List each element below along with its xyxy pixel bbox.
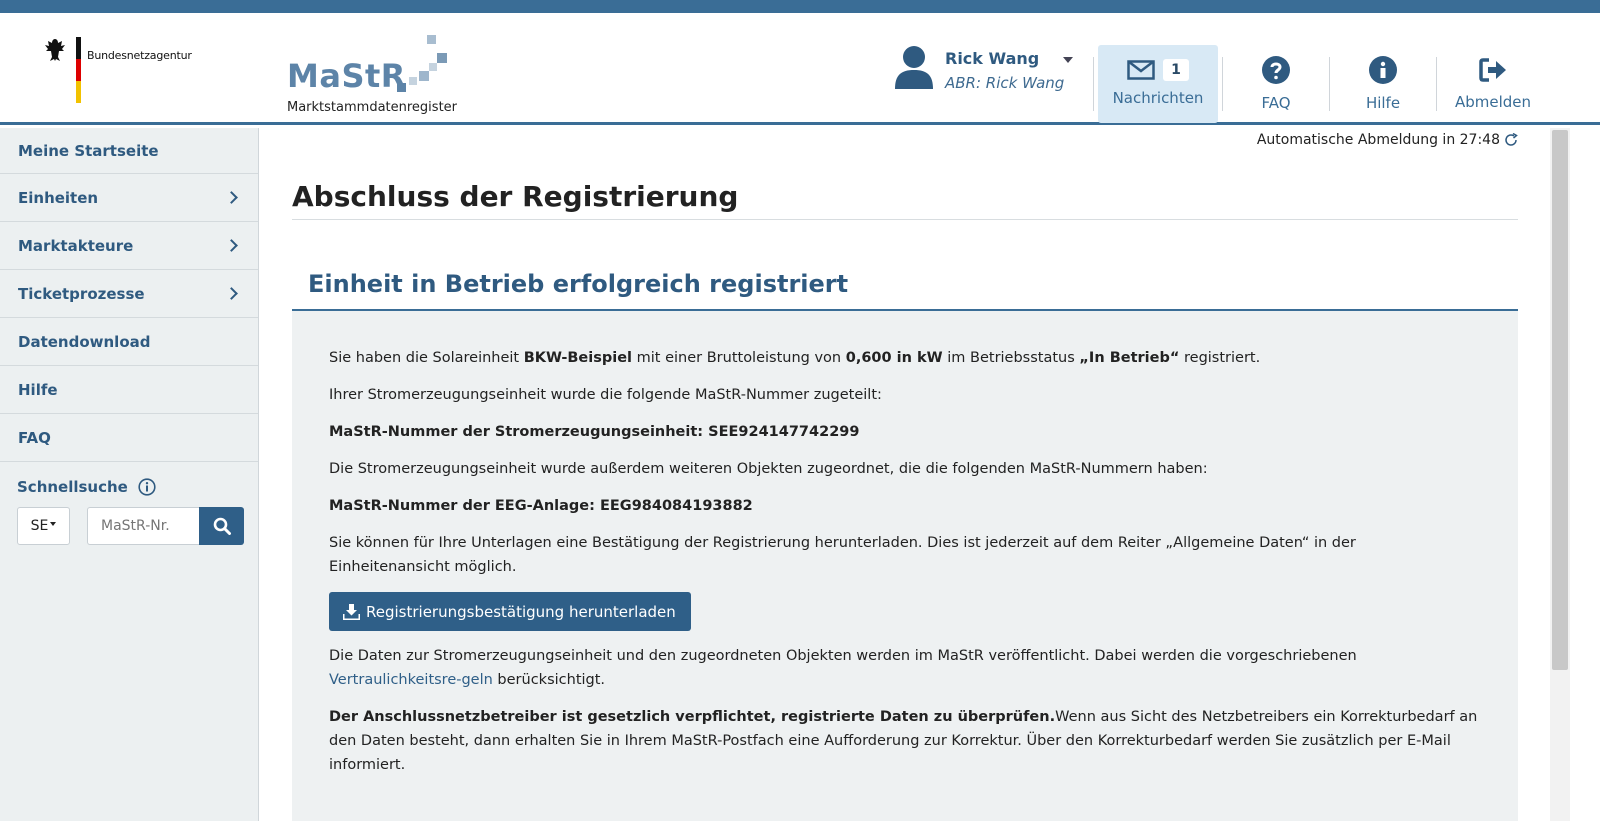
- sidebar-item-ticketprozesse[interactable]: Ticketprozesse: [0, 270, 258, 318]
- user-name: Rick Wang: [945, 49, 1040, 68]
- unit-name: BKW-Beispiel: [523, 350, 633, 366]
- agency-name: Bundesnetzagentur: [87, 49, 192, 62]
- download-icon: [343, 603, 360, 620]
- chevron-right-icon: [225, 239, 238, 252]
- info-outline-icon[interactable]: [138, 478, 156, 496]
- user-menu[interactable]: Rick Wang ABR: Rick Wang: [893, 45, 1083, 105]
- logo-square: [419, 71, 429, 81]
- logo-square: [437, 53, 447, 63]
- sidebar-item-label: Ticketprozesse: [18, 284, 145, 303]
- header-divider: [1436, 57, 1437, 111]
- messages-count-badge: 1: [1163, 59, 1189, 81]
- sidebar-item-label: FAQ: [18, 428, 51, 447]
- chevron-down-icon[interactable]: [1063, 57, 1073, 63]
- sidebar-item-label: Marktakteure: [18, 236, 134, 255]
- quicksearch-label: Schnellsuche: [17, 478, 128, 496]
- help-label: Hilfe: [1365, 94, 1401, 112]
- sidebar: Meine Startseite Einheiten Marktakteure …: [0, 128, 259, 821]
- logo-subtitle: Marktstammdatenregister: [287, 100, 458, 115]
- eeg-mastr-number-text: MaStR-Nummer der EEG-Anlage: EEG98408419…: [329, 498, 753, 514]
- publication-text: Die Daten zur Stromerzeugungseinheit und…: [329, 648, 1357, 664]
- quicksearch-title: Schnellsuche: [0, 462, 258, 496]
- quicksearch-type-select[interactable]: SE: [17, 507, 70, 545]
- auto-logout-timer: Automatische Abmeldung in 27:48: [1257, 132, 1518, 148]
- summary-text: mit einer Bruttoleistung von: [632, 350, 846, 366]
- sign-out-icon: [1479, 58, 1506, 82]
- header-divider: [1329, 57, 1330, 111]
- logo-square: [427, 35, 436, 44]
- grid-operator-obligation: Der Anschlussnetzbetreiber ist gesetzlic…: [329, 709, 1056, 725]
- main-content: Automatische Abmeldung in 27:48 Abschlus…: [260, 128, 1550, 821]
- sidebar-item-hilfe[interactable]: Hilfe: [0, 366, 258, 414]
- mastr-logo[interactable]: MaStR Marktstammdatenregister: [287, 35, 487, 115]
- messages-label: Nachrichten: [1112, 89, 1204, 107]
- sidebar-item-faq[interactable]: FAQ: [0, 414, 258, 462]
- sidebar-item-einheiten[interactable]: Einheiten: [0, 174, 258, 222]
- logo-square: [397, 83, 406, 92]
- faq-label: FAQ: [1261, 94, 1291, 112]
- app-header: Bundesnetzagentur MaStR Marktstammdatenr…: [0, 13, 1600, 125]
- confirmation-panel: Sie haben die Solareinheit BKW-Beispiel …: [292, 311, 1518, 821]
- quicksearch-row: SE: [17, 507, 244, 545]
- sidebar-item-datendownload[interactable]: Datendownload: [0, 318, 258, 366]
- page-title: Abschluss der Registrierung: [292, 180, 739, 213]
- assigned-number-intro: Ihrer Stromerzeugungseinheit wurde die f…: [329, 387, 882, 403]
- faq-button[interactable]: FAQ: [1240, 45, 1312, 123]
- registration-summary: Sie haben die Solareinheit BKW-Beispiel …: [329, 346, 1481, 370]
- unit-mastr-number: MaStR-Nummer der Stromerzeugungseinheit:…: [329, 420, 1481, 444]
- messages-button[interactable]: 1 Nachrichten: [1098, 45, 1218, 123]
- summary-text: Sie haben die Solareinheit: [329, 350, 524, 366]
- eeg-mastr-number: MaStR-Nummer der EEG-Anlage: EEG98408419…: [329, 494, 1481, 518]
- confidentiality-rules-link[interactable]: Vertraulichkeitsre-geln: [329, 672, 493, 688]
- logo-word: MaStR: [287, 57, 406, 95]
- title-divider: [292, 219, 1518, 220]
- german-flag-bar: [76, 37, 81, 103]
- chevron-down-icon: [50, 522, 57, 526]
- gross-power: 0,600 in kW: [845, 350, 943, 366]
- scrollbar-thumb[interactable]: [1552, 130, 1568, 670]
- bundesnetzagentur-logo[interactable]: Bundesnetzagentur: [42, 37, 192, 103]
- search-icon: [213, 517, 231, 535]
- sidebar-item-startseite[interactable]: Meine Startseite: [0, 128, 258, 174]
- chevron-right-icon: [225, 191, 238, 204]
- related-objects-intro: Die Stromerzeugungseinheit wurde außerde…: [329, 461, 1208, 477]
- section-title: Einheit in Betrieb erfolgreich registrie…: [308, 270, 849, 298]
- quicksearch-button[interactable]: [199, 507, 244, 545]
- header-divider: [1222, 57, 1223, 111]
- download-confirmation-button[interactable]: Registrierungsbestätigung herunterladen: [329, 592, 691, 631]
- sidebar-item-label: Meine Startseite: [18, 141, 159, 160]
- sidebar-item-label: Einheiten: [18, 188, 99, 207]
- logout-label: Abmelden: [1454, 93, 1532, 111]
- header-divider: [1093, 57, 1094, 111]
- operating-status: „In Betrieb“: [1079, 350, 1180, 366]
- user-icon: [895, 46, 933, 89]
- federal-eagle-icon: [45, 39, 65, 61]
- auto-logout-text: Automatische Abmeldung in 27:48: [1256, 132, 1500, 148]
- logo-square: [409, 77, 417, 85]
- unit-mastr-number-text: MaStR-Nummer der Stromerzeugungseinheit:…: [329, 424, 860, 440]
- summary-text: registriert.: [1179, 350, 1261, 366]
- top-accent-bar: [0, 0, 1600, 13]
- logo-square: [429, 63, 437, 71]
- question-circle-icon: [1262, 56, 1290, 84]
- publication-notice: Die Daten zur Stromerzeugungseinheit und…: [329, 644, 1481, 692]
- quicksearch-type-value: SE: [30, 518, 49, 534]
- envelope-icon: [1127, 60, 1155, 80]
- sidebar-item-marktakteure[interactable]: Marktakteure: [0, 222, 258, 270]
- logout-button[interactable]: Abmelden: [1450, 45, 1536, 123]
- download-label: Registrierungsbestätigung herunterladen: [366, 602, 676, 621]
- publication-text: berücksichtigt.: [492, 672, 606, 688]
- summary-text: im Betriebsstatus: [942, 350, 1080, 366]
- user-abr: ABR: Rick Wang: [945, 74, 1065, 92]
- chevron-right-icon: [225, 287, 238, 300]
- sidebar-item-label: Datendownload: [18, 332, 151, 351]
- help-button[interactable]: Hilfe: [1347, 45, 1419, 123]
- info-circle-icon: [1369, 56, 1397, 84]
- download-hint: Sie können für Ihre Unterlagen eine Best…: [329, 535, 1356, 575]
- quicksearch-input[interactable]: [87, 507, 199, 545]
- refresh-icon[interactable]: [1504, 133, 1518, 147]
- sidebar-item-label: Hilfe: [18, 380, 58, 399]
- grid-operator-notice: Der Anschlussnetzbetreiber ist gesetzlic…: [329, 705, 1481, 777]
